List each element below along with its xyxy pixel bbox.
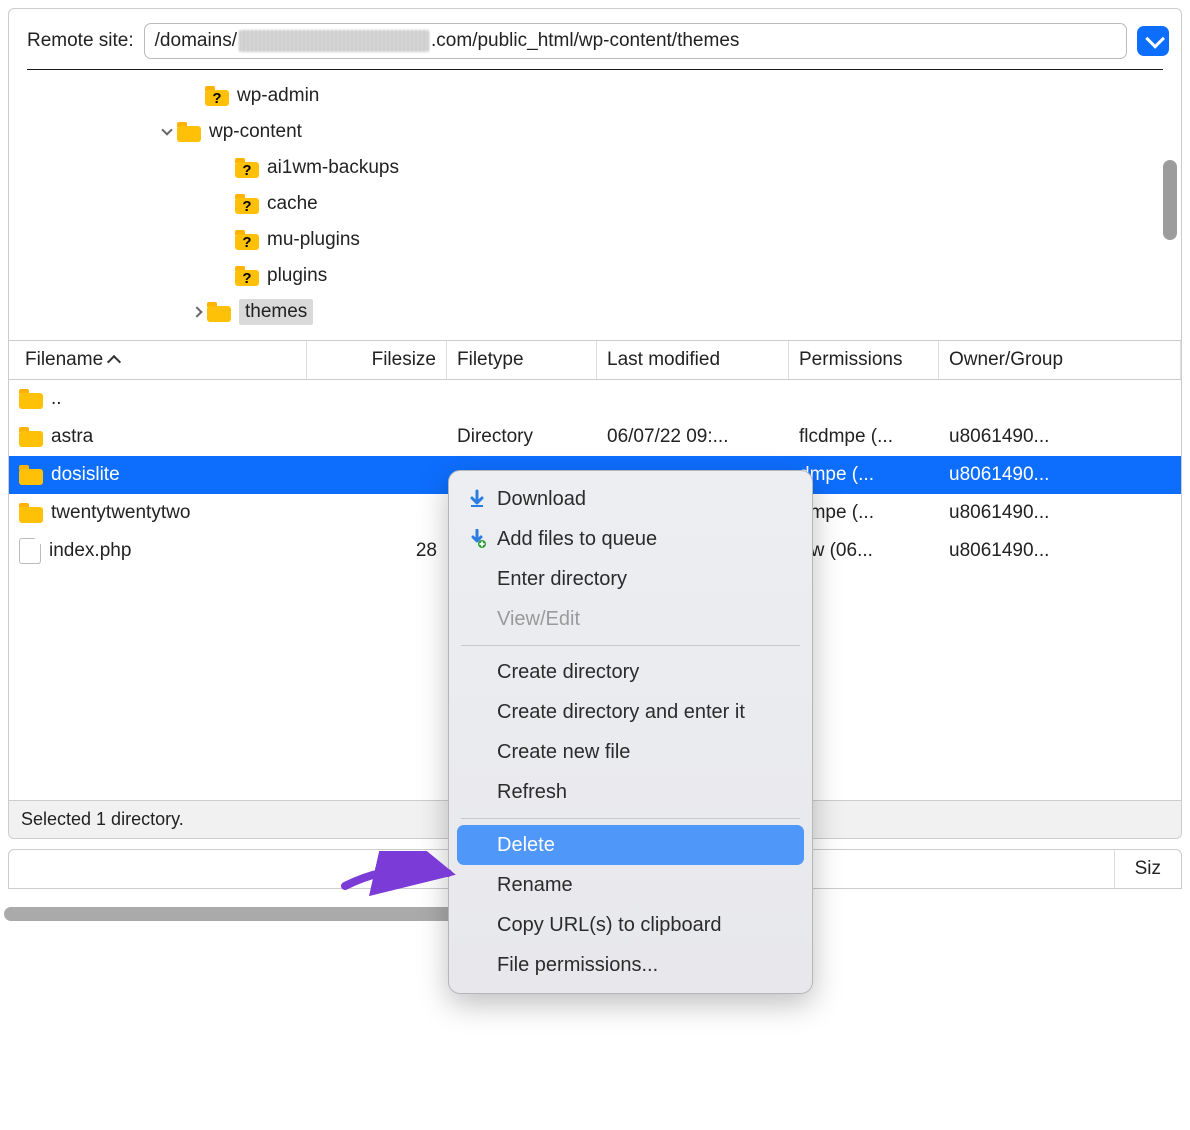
file-owner-label: u8061490...: [939, 426, 1181, 448]
menu-label: Create directory and enter it: [497, 701, 745, 724]
menu-label: Enter directory: [497, 568, 627, 591]
folder-icon: [19, 427, 43, 447]
menu-create-directory-enter[interactable]: Create directory and enter it: [457, 692, 804, 732]
tree-item-label: ai1wm-backups: [267, 157, 399, 179]
file-icon: [19, 538, 41, 564]
path-suffix: .com/public_html/wp-content/themes: [431, 30, 739, 52]
path-prefix: /domains/: [155, 30, 237, 52]
tree-item-label: wp-content: [209, 121, 302, 143]
menu-delete[interactable]: Delete: [457, 825, 804, 865]
redacted-domain: [239, 30, 429, 52]
file-row[interactable]: ..: [9, 380, 1181, 418]
tree-item[interactable]: ai1wm-backups: [9, 150, 1181, 186]
menu-label: Create new file: [497, 741, 630, 764]
menu-label: Create directory: [497, 661, 639, 684]
file-owner-label: u8061490...: [939, 464, 1181, 486]
file-size-label: 28: [307, 540, 447, 562]
remote-site-row: Remote site: /domains/ .com/public_html/…: [9, 9, 1181, 69]
tree-item-label: cache: [267, 193, 318, 215]
file-name-label: index.php: [49, 540, 131, 562]
folder-unknown-icon: [235, 158, 259, 178]
menu-create-directory[interactable]: Create directory: [457, 652, 804, 692]
file-owner-label: u8061490...: [939, 502, 1181, 524]
file-name-label: astra: [51, 426, 93, 448]
menu-add-to-queue[interactable]: Add files to queue: [457, 519, 804, 559]
column-modified[interactable]: Last modified: [597, 341, 789, 379]
tree-item-label: plugins: [267, 265, 327, 287]
context-menu: Download Add files to queue Enter direct…: [448, 470, 813, 994]
tree-item-label: themes: [239, 299, 313, 325]
menu-label: File permissions...: [497, 954, 658, 977]
folder-unknown-icon: [235, 230, 259, 250]
column-filesize[interactable]: Filesize: [307, 341, 447, 379]
disclosure-triangle[interactable]: [187, 308, 207, 316]
menu-separator: [461, 818, 800, 819]
file-modified-label: 06/07/22 09:...: [597, 426, 789, 448]
tree-item-label: mu-plugins: [267, 229, 360, 251]
file-name-label: dosislite: [51, 464, 120, 486]
menu-refresh[interactable]: Refresh: [457, 772, 804, 812]
tree-item[interactable]: mu-plugins: [9, 222, 1181, 258]
menu-label: Add files to queue: [497, 528, 657, 551]
menu-create-file[interactable]: Create new file: [457, 732, 804, 772]
disclosure-triangle[interactable]: [157, 130, 177, 134]
download-icon: [467, 489, 487, 509]
menu-file-permissions[interactable]: File permissions...: [457, 945, 804, 985]
menu-separator: [461, 645, 800, 646]
column-filetype[interactable]: Filetype: [447, 341, 597, 379]
remote-path-input[interactable]: /domains/ .com/public_html/wp-content/th…: [144, 23, 1127, 59]
menu-label: Delete: [497, 834, 555, 857]
file-name-label: twentytwentytwo: [51, 502, 190, 524]
directory-tree[interactable]: wp-admin wp-content ai1wm-backups cache mu-p…: [9, 70, 1181, 340]
scrollbar-thumb[interactable]: [1163, 160, 1177, 240]
folder-unknown-icon: [235, 194, 259, 214]
chevron-right-icon: [191, 306, 202, 317]
folder-unknown-icon: [235, 266, 259, 286]
column-owner[interactable]: Owner/Group: [939, 341, 1181, 379]
menu-copy-url[interactable]: Copy URL(s) to clipboard: [457, 905, 804, 945]
file-name-label: ..: [51, 388, 62, 410]
menu-label: Rename: [497, 874, 573, 897]
column-headers: Filename Filesize Filetype Last modified…: [9, 340, 1181, 380]
tree-item[interactable]: themes: [9, 294, 1181, 330]
menu-enter-directory[interactable]: Enter directory: [457, 559, 804, 599]
path-dropdown-button[interactable]: [1137, 26, 1169, 56]
folder-icon: [207, 302, 231, 322]
remote-site-label: Remote site:: [27, 30, 134, 52]
menu-label: View/Edit: [497, 608, 580, 631]
add-to-queue-icon: [467, 529, 487, 549]
folder-unknown-icon: [205, 86, 229, 106]
menu-rename[interactable]: Rename: [457, 865, 804, 905]
column-permissions[interactable]: Permissions: [789, 341, 939, 379]
sort-ascending-icon: [107, 355, 121, 369]
menu-view-edit: View/Edit: [457, 599, 804, 639]
lower-size-column[interactable]: Siz: [1114, 850, 1181, 888]
chevron-down-icon: [161, 124, 172, 135]
tree-item[interactable]: wp-admin: [9, 78, 1181, 114]
tree-item[interactable]: plugins: [9, 258, 1181, 294]
file-type-label: Directory: [447, 426, 597, 448]
file-owner-label: u8061490...: [939, 540, 1181, 562]
file-row[interactable]: astra Directory06/07/22 09:...flcdmpe (..…: [9, 418, 1181, 456]
file-perm-label: flcdmpe (...: [789, 426, 939, 448]
folder-icon: [19, 389, 43, 409]
tree-item-label: wp-admin: [237, 85, 319, 107]
menu-label: Refresh: [497, 781, 567, 804]
tree-item[interactable]: wp-content: [9, 114, 1181, 150]
menu-label: Copy URL(s) to clipboard: [497, 914, 722, 937]
menu-download[interactable]: Download: [457, 479, 804, 519]
folder-icon: [177, 122, 201, 142]
chevron-down-icon: [1145, 29, 1165, 49]
menu-label: Download: [497, 488, 586, 511]
folder-icon: [19, 465, 43, 485]
folder-icon: [19, 503, 43, 523]
tree-item[interactable]: cache: [9, 186, 1181, 222]
column-filename[interactable]: Filename: [15, 341, 307, 379]
